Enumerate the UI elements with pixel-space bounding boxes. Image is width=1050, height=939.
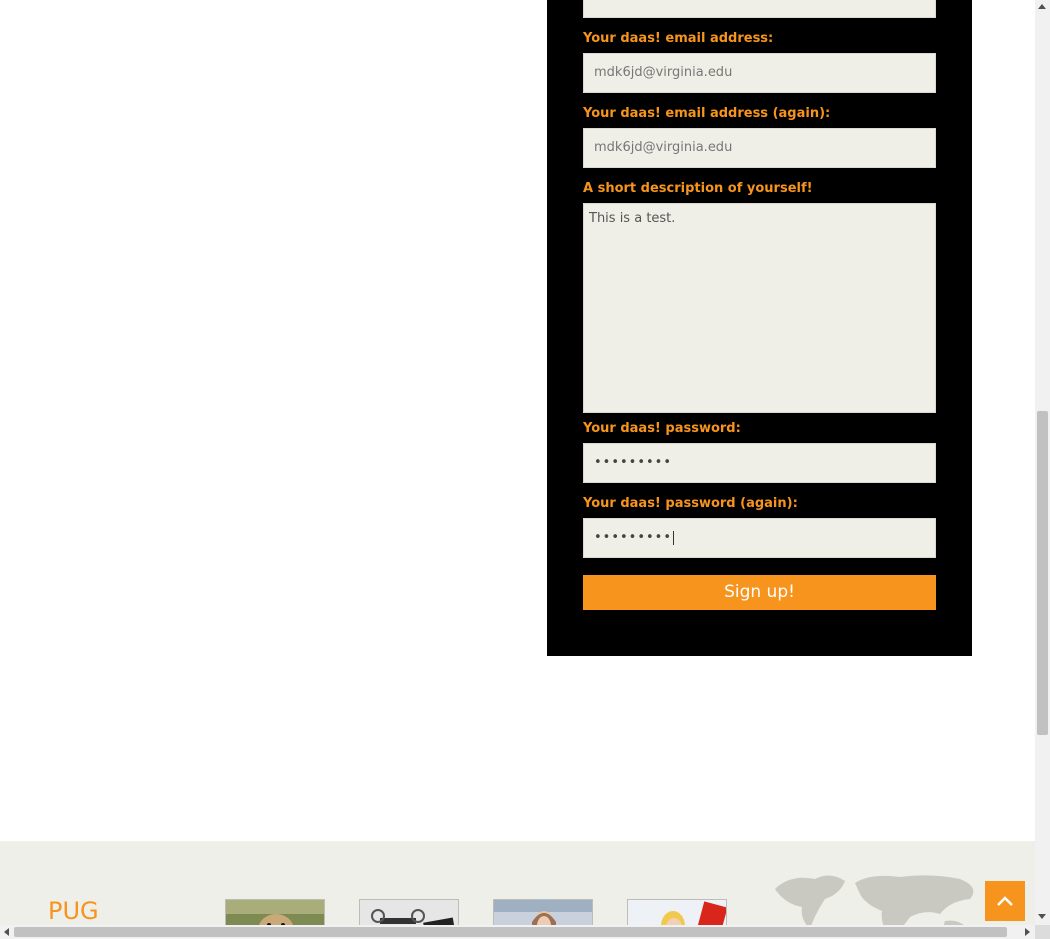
text-caret: [673, 530, 675, 545]
signup-button[interactable]: Sign up!: [583, 575, 936, 610]
password-label: Your daas! password:: [583, 421, 741, 436]
username-field[interactable]: jobmacer: [583, 0, 936, 18]
site-footer: PUG: [0, 841, 1035, 925]
description-label: A short description of yourself!: [583, 181, 813, 196]
thumbnail-pug[interactable]: [225, 899, 325, 925]
password-again-field[interactable]: •••••••••: [583, 518, 936, 558]
drone-photo-icon: [360, 900, 458, 925]
password-again-value: •••••••••: [594, 530, 673, 545]
back-to-top-button[interactable]: [985, 881, 1025, 921]
vertical-scrollbar[interactable]: [1035, 0, 1050, 925]
thumbnail-drone[interactable]: [359, 899, 459, 925]
password-field[interactable]: •••••••••: [583, 443, 936, 483]
footer-brand[interactable]: PUG: [48, 897, 99, 925]
email-value: mdk6jd@virginia.edu: [594, 65, 733, 80]
email-again-field[interactable]: mdk6jd@virginia.edu: [583, 128, 936, 168]
scroll-right-arrow-icon[interactable]: [1025, 928, 1030, 936]
page-viewport: jobmacer Your daas! email address: mdk6j…: [0, 0, 1035, 925]
scroll-left-arrow-icon[interactable]: [4, 928, 9, 936]
horizontal-scroll-thumb[interactable]: [14, 927, 1007, 937]
chevron-up-icon: [997, 896, 1013, 906]
thumbnail-sale[interactable]: [627, 899, 727, 925]
description-value: This is a test.: [589, 211, 676, 226]
thumbnail-woman[interactable]: [493, 899, 593, 925]
scroll-up-arrow-icon[interactable]: [1038, 4, 1046, 9]
sale-photo-icon: [628, 900, 726, 925]
world-map-icon: [775, 875, 974, 925]
signup-form: jobmacer Your daas! email address: mdk6j…: [547, 0, 972, 656]
email-field[interactable]: mdk6jd@virginia.edu: [583, 53, 936, 93]
email-label: Your daas! email address:: [583, 31, 774, 46]
scroll-down-arrow-icon[interactable]: [1038, 914, 1046, 919]
description-textarea[interactable]: This is a test.: [583, 203, 936, 413]
scrollbar-corner: [1035, 925, 1050, 939]
password-value: •••••••••: [594, 455, 673, 470]
email-again-value: mdk6jd@virginia.edu: [594, 140, 733, 155]
email-again-label: Your daas! email address (again):: [583, 106, 831, 121]
vertical-scroll-thumb[interactable]: [1037, 411, 1048, 735]
woman-photo-icon: [494, 900, 592, 925]
pug-photo-icon: [226, 900, 324, 925]
horizontal-scrollbar[interactable]: [0, 925, 1035, 939]
password-again-label: Your daas! password (again):: [583, 496, 798, 511]
